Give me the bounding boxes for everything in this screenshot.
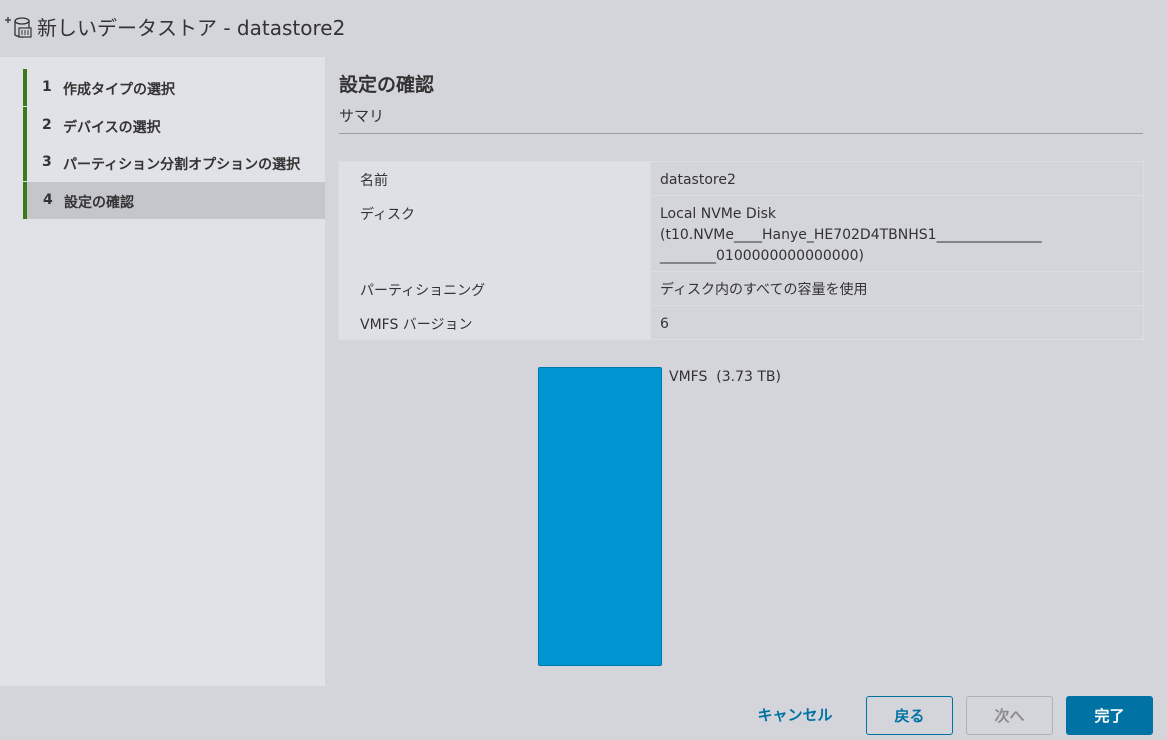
table-row: VMFS バージョン 6 <box>338 305 1144 340</box>
wizard-footer: キャンセル 戻る 次へ 完了 <box>0 686 1167 740</box>
step-label: デバイスの選択 <box>63 120 161 136</box>
summary-key: ディスク <box>338 195 651 272</box>
vmfs-partition-bar <box>538 367 662 666</box>
table-row: 名前 datastore2 <box>338 161 1144 196</box>
disk-line: (t10.NVMe____Hanye_HE702D4TBNHS1________… <box>660 227 1042 243</box>
divider <box>339 133 1143 134</box>
back-button[interactable]: 戻る <box>866 696 953 735</box>
summary-value: 6 <box>650 305 1144 340</box>
step-number: 2 <box>42 117 52 133</box>
vmfs-partition-label: VMFS (3.73 TB) <box>669 369 781 385</box>
finish-button[interactable]: 完了 <box>1066 696 1153 735</box>
main-content: 設定の確認 サマリ 名前 datastore2 ディスク Local NVMe … <box>325 57 1167 686</box>
table-row: パーティショニング ディスク内のすべての容量を使用 <box>338 271 1144 306</box>
summary-key: 名前 <box>338 161 651 196</box>
cancel-button[interactable]: キャンセル <box>745 696 845 735</box>
step-number: 1 <box>42 79 52 95</box>
wizard-step-1[interactable]: 1 作成タイプの選択 <box>23 69 325 106</box>
next-button[interactable]: 次へ <box>966 696 1053 735</box>
page-subtitle: サマリ <box>339 107 385 125</box>
summary-key: VMFS バージョン <box>338 305 651 340</box>
summary-value: ディスク内のすべての容量を使用 <box>650 271 1144 306</box>
step-number: 4 <box>43 192 53 208</box>
title-bar: 新しいデータストア - datastore2 <box>0 0 1167 56</box>
step-label: 作成タイプの選択 <box>63 82 175 98</box>
wizard-step-3[interactable]: 3 パーティション分割オプションの選択 <box>23 144 325 181</box>
disk-line: Local NVMe Disk <box>660 206 776 222</box>
summary-table: 名前 datastore2 ディスク Local NVMe Disk (t10.… <box>338 161 1144 340</box>
step-label: 設定の確認 <box>64 195 134 211</box>
page-title: 設定の確認 <box>339 74 435 96</box>
step-number: 3 <box>42 154 52 170</box>
summary-value: Local NVMe Disk (t10.NVMe____Hanye_HE702… <box>650 195 1144 272</box>
window-title: 新しいデータストア - datastore2 <box>37 16 346 40</box>
step-label: パーティション分割オプションの選択 <box>63 157 301 173</box>
new-datastore-icon <box>5 17 32 38</box>
summary-key: パーティショニング <box>338 271 651 306</box>
wizard-step-2[interactable]: 2 デバイスの選択 <box>23 107 325 144</box>
summary-value: datastore2 <box>650 161 1144 196</box>
wizard-step-4[interactable]: 4 設定の確認 <box>23 182 325 219</box>
disk-line: ________0100000000000000) <box>660 248 864 264</box>
table-row: ディスク Local NVMe Disk (t10.NVMe____Hanye_… <box>338 195 1144 272</box>
wizard-steps-panel: 1 作成タイプの選択 2 デバイスの選択 3 パーティション分割オプションの選択… <box>0 57 325 686</box>
